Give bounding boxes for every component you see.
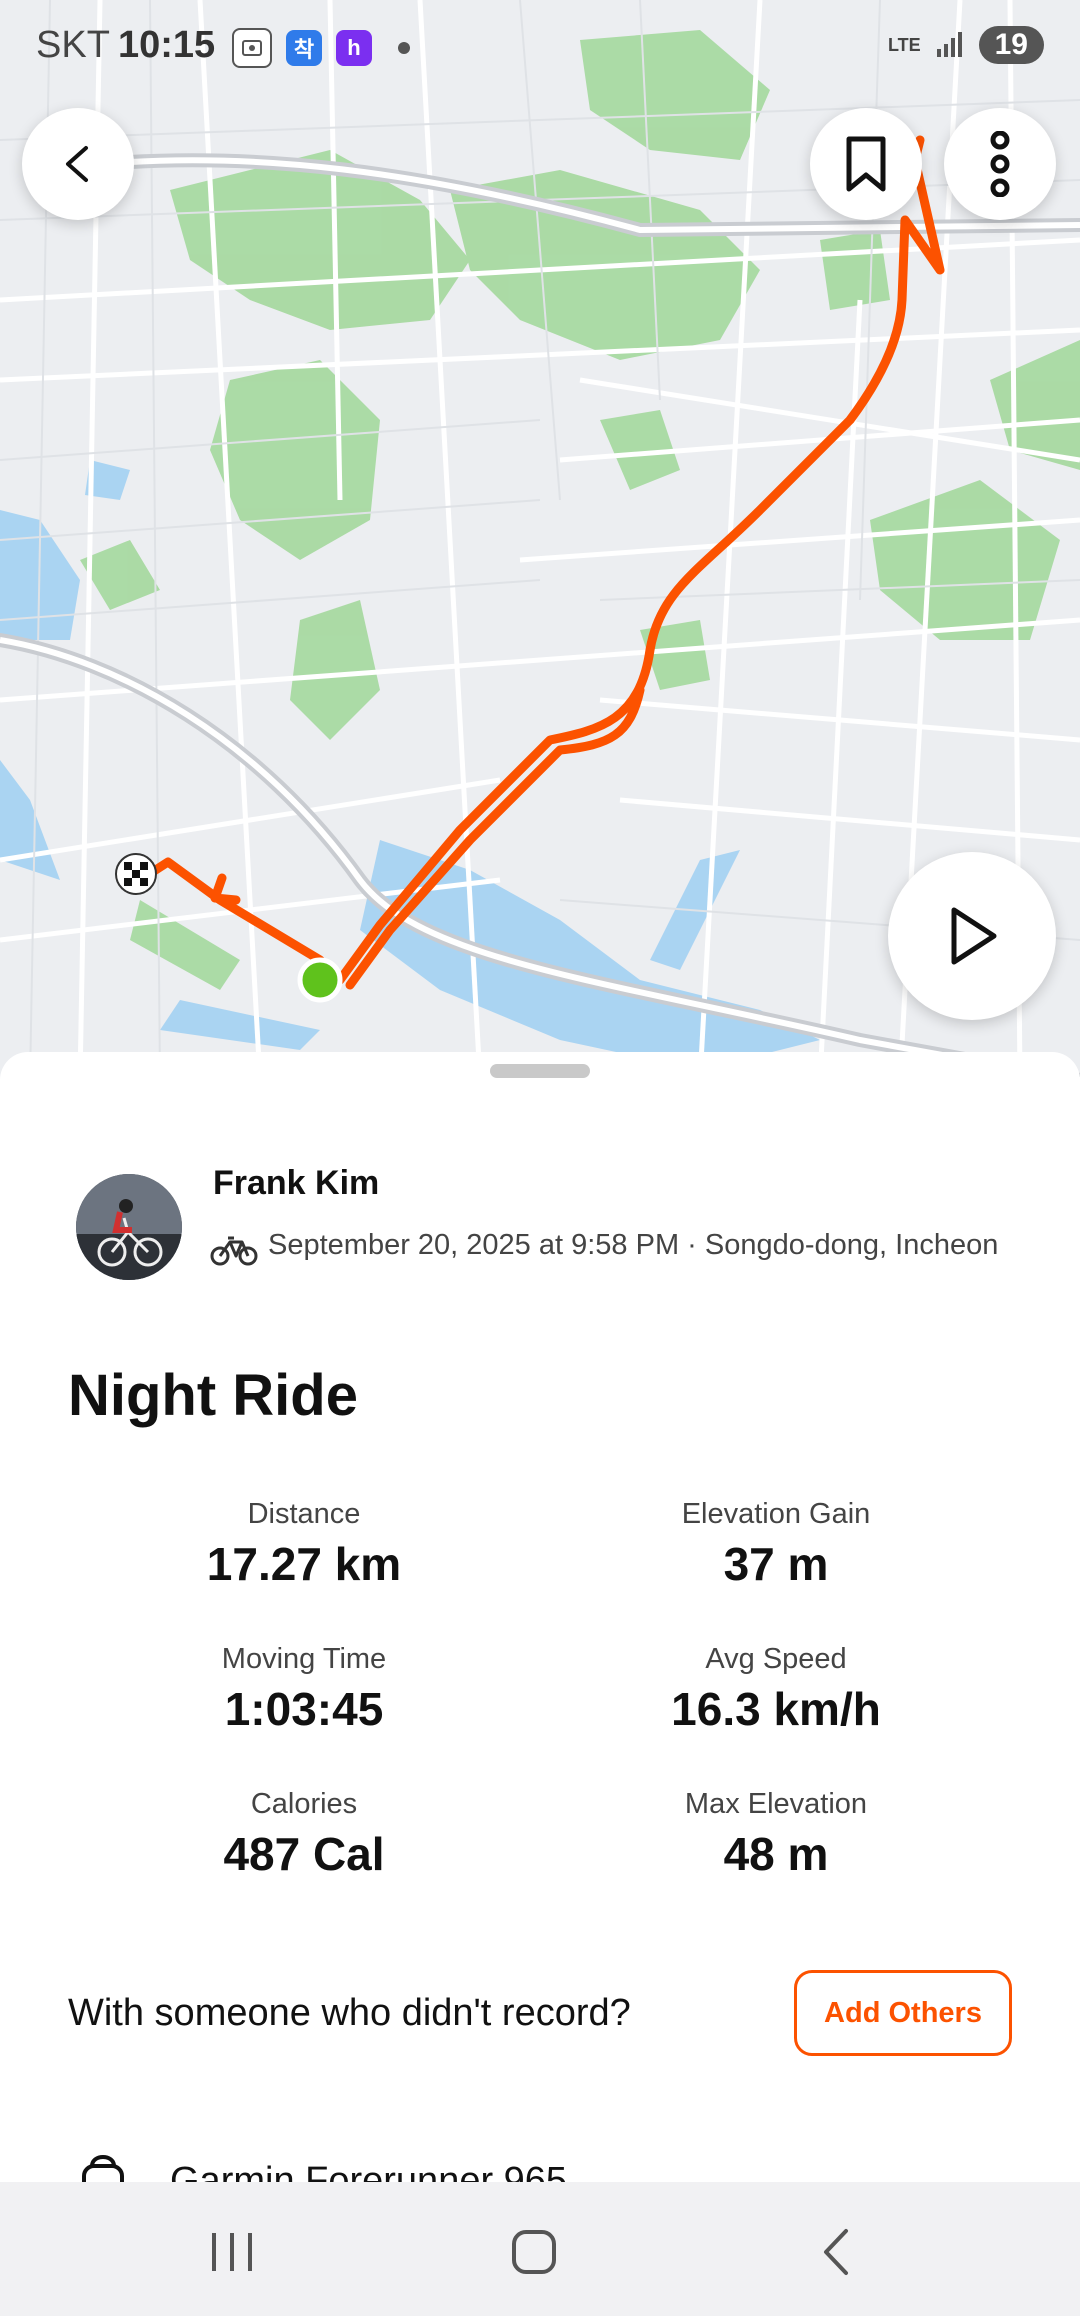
add-others-prompt: With someone who didn't record? — [68, 1992, 631, 2034]
avatar[interactable] — [76, 1174, 182, 1280]
drag-handle[interactable] — [490, 1064, 590, 1078]
play-icon — [951, 907, 997, 965]
stat-label: Avg Speed — [705, 1643, 847, 1675]
stat-value: 37 m — [723, 1538, 829, 1590]
more-notifications-dot — [398, 42, 410, 54]
more-vertical-icon — [990, 131, 1010, 197]
stat-value: 48 m — [723, 1828, 829, 1880]
stat-calories: Calories 487 Cal — [68, 1788, 540, 1881]
athlete-header: Frank Kim September 20, 2025 at 9:58 PM … — [76, 1164, 1006, 1324]
stat-label: Distance — [247, 1498, 361, 1530]
carrier-label: SKT — [36, 24, 110, 66]
back-button[interactable] — [22, 108, 134, 220]
device-name: Garmin Forerunner 965 — [170, 2160, 568, 2182]
network-type: LTE — [887, 35, 921, 55]
activity-date-location: September 20, 2025 at 9:58 PM · Songdo-d… — [268, 1229, 999, 1261]
signal-icon — [936, 32, 962, 57]
athlete-name[interactable]: Frank Kim — [213, 1164, 379, 1203]
stat-value: 1:03:45 — [224, 1683, 384, 1735]
activity-title: Night Ride — [68, 1363, 358, 1428]
screenshot-icon — [232, 28, 272, 68]
stat-label: Calories — [250, 1788, 358, 1820]
system-back-button[interactable] — [796, 2212, 876, 2292]
stat-max-elevation: Max Elevation 48 m — [540, 1788, 1012, 1881]
bookmark-button[interactable] — [810, 108, 922, 220]
add-others-button[interactable]: Add Others — [794, 1970, 1012, 2056]
home-button[interactable] — [494, 2212, 574, 2292]
play-flyover-button[interactable] — [888, 852, 1056, 1020]
bookmark-icon — [846, 136, 886, 192]
clock: 10:15 — [118, 24, 216, 66]
app-notification-icon-h: h — [336, 30, 372, 66]
recent-apps-button[interactable] — [192, 2212, 272, 2292]
more-options-button[interactable] — [944, 108, 1056, 220]
chevron-left-icon — [66, 146, 88, 182]
system-nav-bar — [0, 2182, 1080, 2316]
device-row[interactable]: Garmin Forerunner 965 — [76, 2148, 976, 2182]
home-icon — [512, 2230, 556, 2274]
add-others-row: With someone who didn't record? Add Othe… — [68, 1970, 1012, 2060]
bike-icon — [210, 1236, 258, 1266]
app-notification-icon: 착 — [286, 30, 322, 66]
stat-moving-time: Moving Time 1:03:45 — [68, 1643, 540, 1736]
recents-icon — [212, 2233, 252, 2271]
stat-value: 17.27 km — [206, 1538, 402, 1590]
stat-avg-speed: Avg Speed 16.3 km/h — [540, 1643, 1012, 1736]
stat-elevation-gain: Elevation Gain 37 m — [540, 1498, 1012, 1591]
notification-icons: 착 h — [232, 28, 410, 68]
stat-label: Max Elevation — [684, 1788, 868, 1820]
stat-value: 16.3 km/h — [671, 1683, 881, 1735]
system-icons: LTE 19 — [888, 26, 1044, 64]
battery-indicator: 19 — [978, 26, 1044, 64]
stat-distance: Distance 17.27 km — [68, 1498, 540, 1591]
status-bar: SKT 10:15 착 h LTE 19 — [0, 0, 1080, 96]
stat-label: Elevation Gain — [681, 1498, 871, 1530]
route-map[interactable]: SKT 10:15 착 h LTE 19 — [0, 0, 1080, 1080]
stat-value: 487 Cal — [223, 1828, 385, 1880]
watch-icon — [82, 2155, 124, 2182]
stat-label: Moving Time — [221, 1643, 387, 1675]
activity-sheet: Frank Kim September 20, 2025 at 9:58 PM … — [0, 1052, 1080, 2182]
back-arrow-icon — [824, 2229, 848, 2275]
